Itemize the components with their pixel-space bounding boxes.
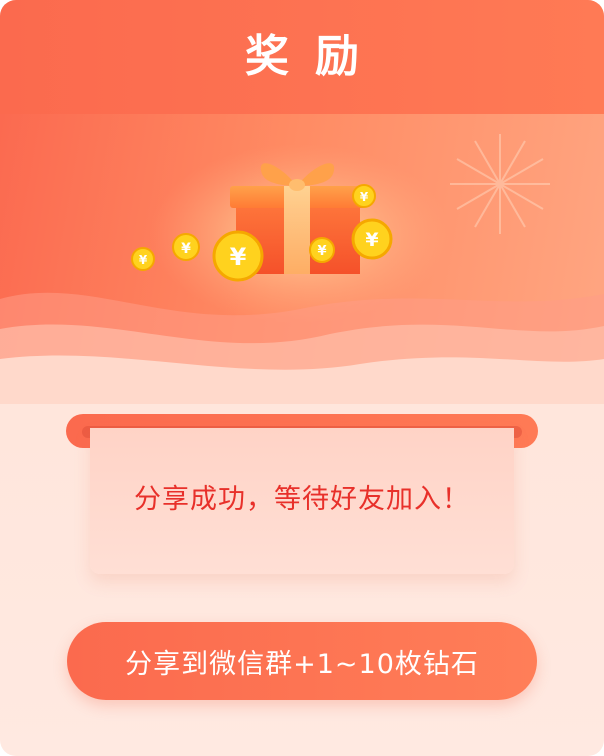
- sunburst-icon: [450, 134, 550, 234]
- message-panel: 分享成功，等待好友加入！: [90, 428, 514, 574]
- share-button-label: 分享到微信群+1~10枚钻石: [125, 648, 479, 680]
- share-to-wechat-group-button[interactable]: 分享到微信群+1~10枚钻石: [67, 622, 537, 700]
- svg-text:¥: ¥: [365, 229, 378, 251]
- svg-text:¥: ¥: [317, 244, 326, 259]
- share-success-message: 分享成功，等待好友加入！: [134, 483, 470, 515]
- svg-text:¥: ¥: [360, 190, 369, 204]
- reward-banner: ¥ ¥ ¥ ¥ ¥ ¥: [0, 114, 604, 404]
- reward-illustration: ¥ ¥ ¥ ¥ ¥ ¥: [0, 134, 604, 404]
- reward-dialog: 奖励 ¥ ¥ ¥ ¥ ¥ ¥ 分享成功，等待好友加入！ 分享到微信群+1~10枚…: [0, 0, 604, 756]
- dialog-header: 奖励: [0, 0, 604, 114]
- svg-text:¥: ¥: [139, 253, 148, 267]
- svg-text:¥: ¥: [181, 241, 191, 257]
- svg-text:¥: ¥: [230, 243, 247, 271]
- dialog-title: 奖励: [245, 31, 385, 82]
